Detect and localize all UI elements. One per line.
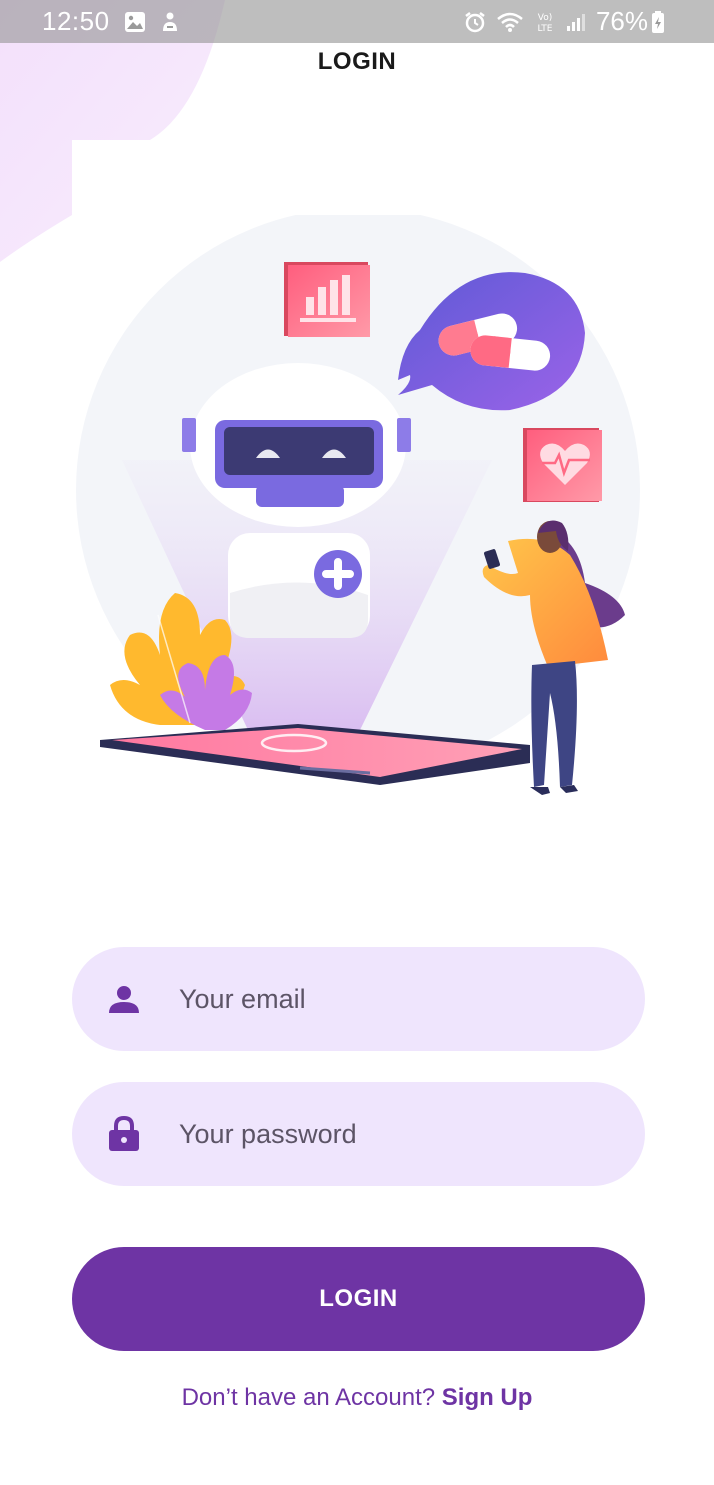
person-icon [108,983,140,1015]
wifi-icon [497,12,523,32]
password-input[interactable] [177,1117,601,1151]
alarm-icon [465,11,485,32]
status-left: 12:50 [42,6,180,37]
login-button[interactable]: LOGIN [72,1247,645,1351]
signup-link[interactable]: Sign Up [442,1384,533,1411]
page-title: LOGIN [317,48,397,75]
email-input[interactable] [177,982,601,1016]
signup-prompt: Don’t have an Account? [181,1384,442,1411]
status-right: Vo) LTE 76% [464,6,674,37]
medical-chatbot-illustration [76,215,640,795]
email-field[interactable] [72,947,645,1051]
volte-icon: Vo) LTE [537,13,552,34]
notification-icon [162,12,177,31]
status-time: 12:50 [42,6,110,36]
svg-text:Vo): Vo) [538,13,552,23]
signal-icon [566,13,585,31]
password-field[interactable] [72,1082,645,1186]
battery-level: 76% [595,6,648,36]
signup-row: Don’t have an Account? Sign Up [0,1384,714,1412]
battery-charging-icon [652,10,664,33]
lock-icon [108,1116,140,1151]
status-bar: 12:50 Vo) LTE 76% [0,0,714,43]
gallery-icon [124,11,145,32]
svg-text:LTE: LTE [537,24,552,34]
